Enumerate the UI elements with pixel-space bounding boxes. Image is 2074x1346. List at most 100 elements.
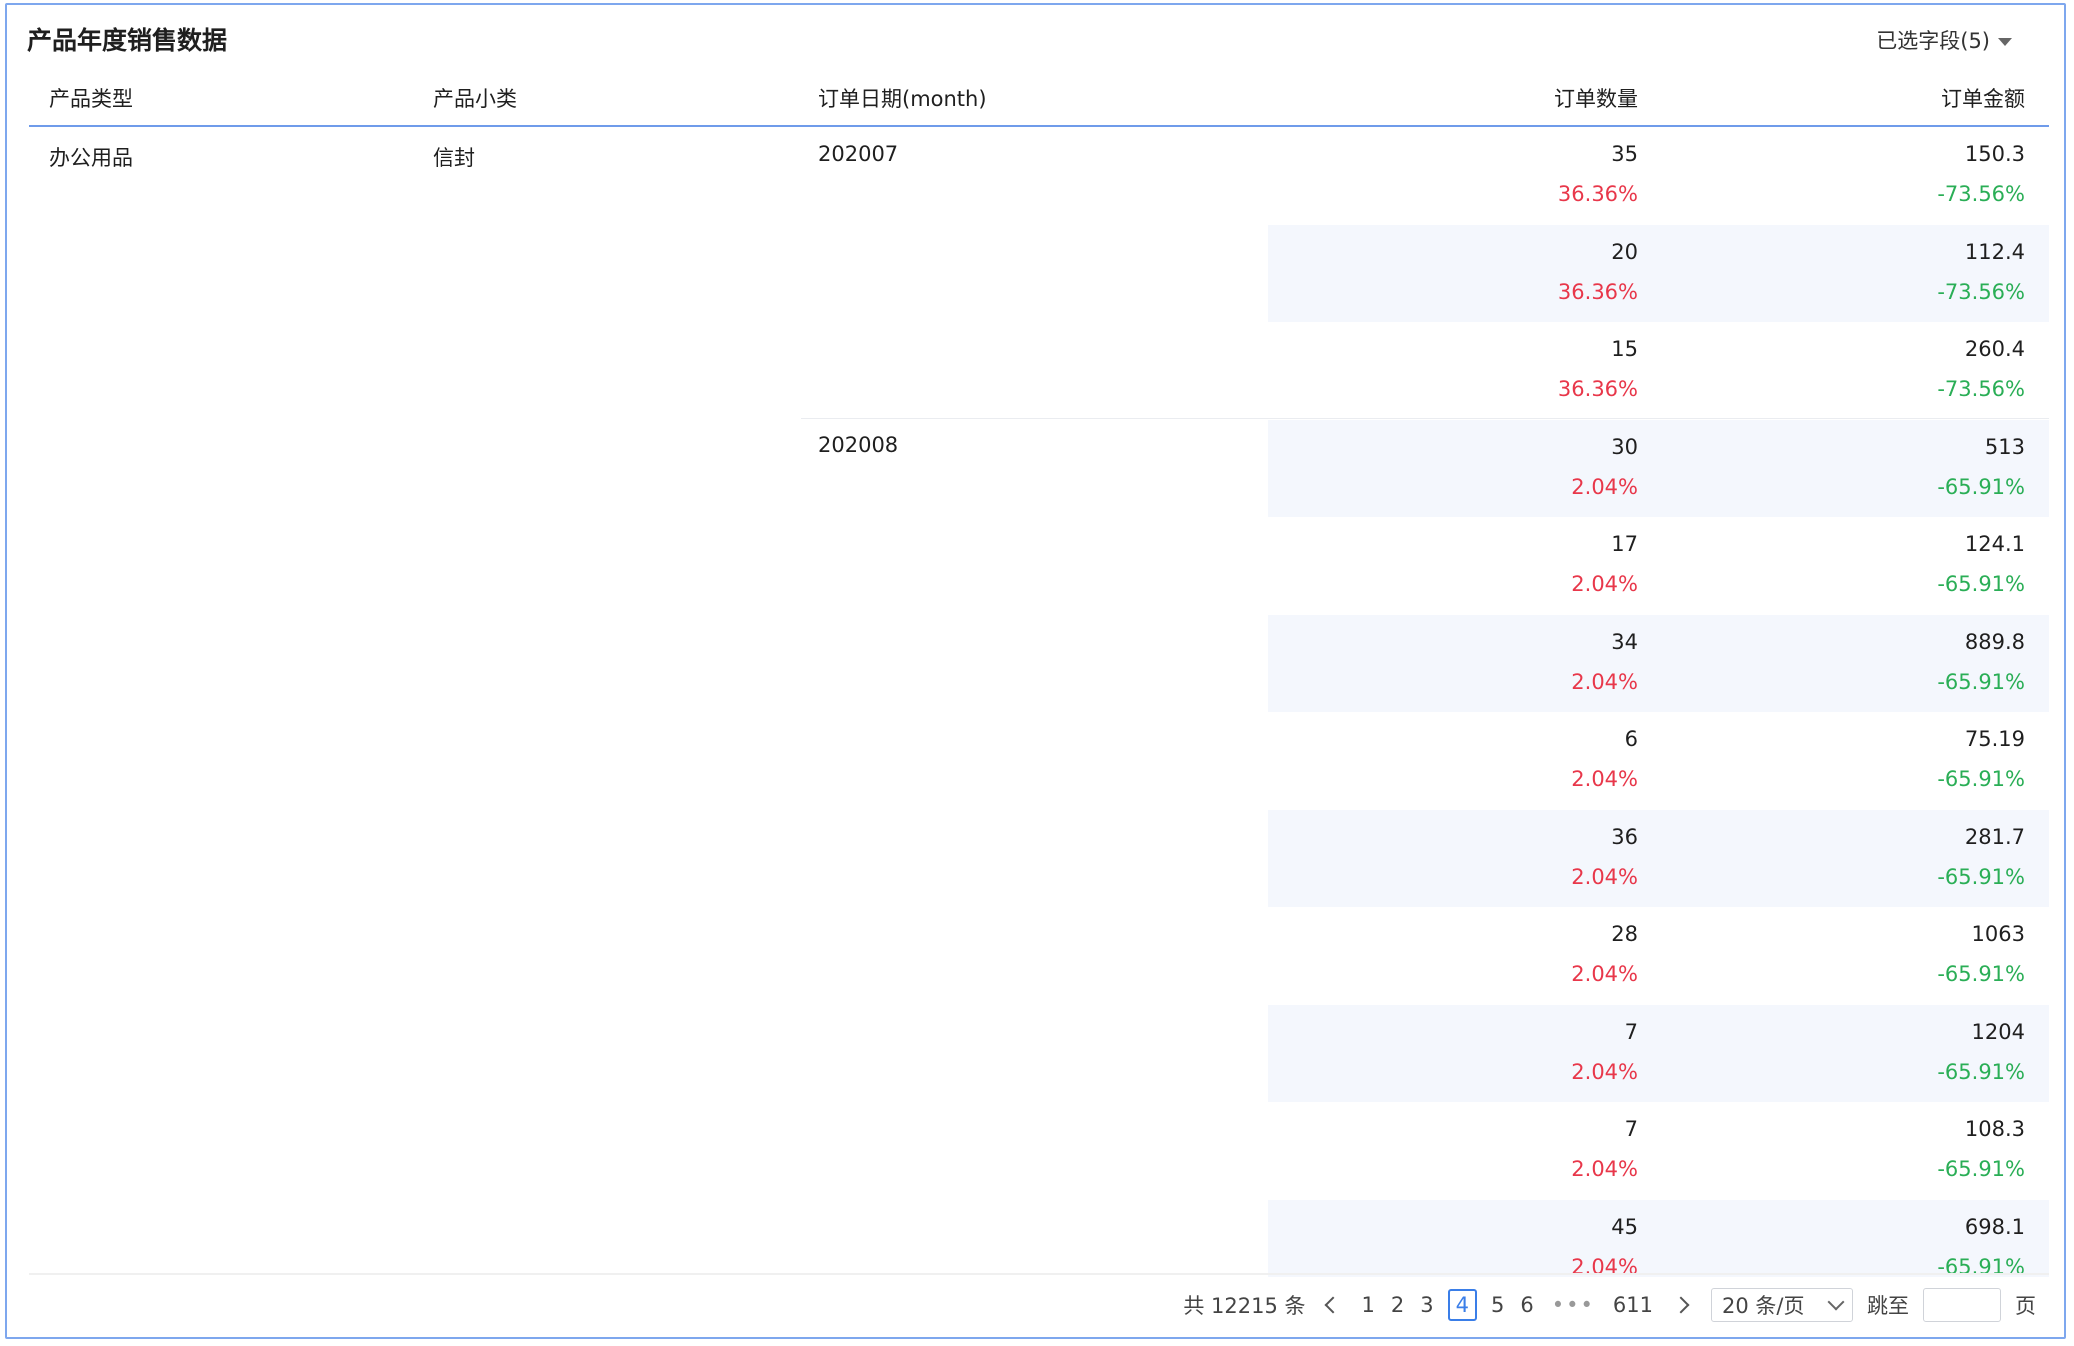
table-row: 17 2.04% 124.1 -65.91% <box>29 517 2049 614</box>
table-card: 产品年度销售数据 已选字段(5) 产品类型 产品小类 订单日期(month) 订… <box>5 3 2066 1339</box>
cell-product-type: 办公用品 <box>49 146 133 170</box>
table-row: 45 2.04% 698.1 -65.91% <box>29 1199 2049 1277</box>
page-size-select[interactable]: 20 条/页 <box>1711 1288 1853 1322</box>
page-ellipsis[interactable]: ••• <box>1552 1293 1595 1317</box>
order-quantity-value: 15 <box>1611 337 1638 361</box>
table-bottom-divider <box>29 1273 2049 1275</box>
order-amount-value: 1063 <box>1971 922 2025 946</box>
table-row: 28 2.04% 1063 -65.91% <box>29 907 2049 1004</box>
page-4-current[interactable]: 4 <box>1447 1289 1477 1321</box>
cell-product-subtype: 信封 <box>433 146 475 170</box>
chevron-down-icon <box>1827 1293 1845 1311</box>
prev-page-icon[interactable] <box>1324 1296 1342 1314</box>
order-quantity-change: 2.04% <box>1571 1157 1638 1181</box>
page-6[interactable]: 6 <box>1520 1293 1533 1317</box>
order-quantity-value: 7 <box>1624 1117 1638 1141</box>
cell-month-202008: 202008 <box>818 433 899 457</box>
header-product-subtype[interactable]: 产品小类 <box>433 83 517 113</box>
order-amount-value: 698.1 <box>1964 1214 2025 1239</box>
order-quantity-value: 36 <box>1611 824 1638 849</box>
header-order-amount[interactable]: 订单金额 <box>1941 83 2025 113</box>
order-amount-value: 75.19 <box>1964 727 2025 751</box>
row-stripe <box>1268 1004 2049 1102</box>
header-order-quantity[interactable]: 订单数量 <box>1554 83 1638 113</box>
row-stripe <box>1268 614 2049 712</box>
page-suffix: 页 <box>2015 1294 2036 1318</box>
row-stripe <box>1268 419 2049 517</box>
table-row: 34 2.04% 889.8 -65.91% <box>29 614 2049 712</box>
order-amount-change: -65.91% <box>1937 962 2025 986</box>
order-amount-value: 112.4 <box>1964 239 2025 264</box>
table-title: 产品年度销售数据 <box>27 26 228 55</box>
table-row: 15 36.36% 260.4 -73.56% <box>29 322 2049 419</box>
order-quantity-value: 20 <box>1611 239 1638 264</box>
table-row: 7 2.04% 108.3 -65.91% <box>29 1102 2049 1199</box>
order-quantity-change: 2.04% <box>1571 962 1638 986</box>
order-amount-value: 513 <box>1984 434 2025 459</box>
table-row: 7 2.04% 1204 -65.91% <box>29 1004 2049 1102</box>
order-quantity-value: 34 <box>1611 629 1638 654</box>
order-quantity-change: 36.36% <box>1557 279 1638 304</box>
header-product-type[interactable]: 产品类型 <box>49 83 133 113</box>
order-amount-value: 150.3 <box>1964 142 2025 166</box>
order-amount-change: -65.91% <box>1937 767 2025 791</box>
table-row: 35 36.36% 150.3 -73.56% <box>29 127 2049 224</box>
order-quantity-value: 28 <box>1611 922 1638 946</box>
table-row: 36 2.04% 281.7 -65.91% <box>29 809 2049 907</box>
order-quantity-value: 17 <box>1611 532 1638 556</box>
order-amount-change: -73.56% <box>1937 377 2025 401</box>
table-row: 6 2.04% 75.19 -65.91% <box>29 712 2049 809</box>
order-quantity-value: 7 <box>1624 1019 1638 1044</box>
page-last[interactable]: 611 <box>1613 1293 1653 1317</box>
order-amount-value: 889.8 <box>1964 629 2025 654</box>
pagination: 共 12215 条 1 2 3 4 5 6 ••• 611 20 条/页 跳至 … <box>1175 1287 2036 1323</box>
order-quantity-change: 2.04% <box>1571 572 1638 596</box>
cell-month-202007: 202007 <box>818 142 899 166</box>
order-amount-change: -73.56% <box>1937 182 2025 206</box>
order-quantity-value: 45 <box>1611 1214 1638 1239</box>
row-stripe <box>1268 1199 2049 1277</box>
page-5[interactable]: 5 <box>1491 1293 1504 1317</box>
order-amount-change: -65.91% <box>1937 572 2025 596</box>
order-amount-value: 281.7 <box>1964 824 2025 849</box>
order-amount-value: 260.4 <box>1964 337 2025 361</box>
order-quantity-change: 2.04% <box>1571 767 1638 791</box>
order-quantity-change: 36.36% <box>1557 377 1638 401</box>
order-amount-value: 108.3 <box>1964 1117 2025 1141</box>
table-row: 20 36.36% 112.4 -73.56% <box>29 224 2049 322</box>
jump-page-input[interactable] <box>1923 1288 2001 1322</box>
order-amount-change: -65.91% <box>1937 474 2025 499</box>
order-amount-change: -73.56% <box>1937 279 2025 304</box>
order-quantity-change: 2.04% <box>1571 669 1638 694</box>
order-amount-value: 1204 <box>1971 1019 2025 1044</box>
page-3[interactable]: 3 <box>1420 1293 1433 1317</box>
order-quantity-change: 36.36% <box>1557 182 1638 206</box>
order-amount-change: -65.91% <box>1937 864 2025 889</box>
table-header: 产品类型 产品小类 订单日期(month) 订单数量 订单金额 <box>29 75 2049 127</box>
table-row: 30 2.04% 513 -65.91% <box>29 419 2049 517</box>
month-divider <box>801 418 2049 419</box>
next-page-icon[interactable] <box>1672 1296 1690 1314</box>
header-order-month[interactable]: 订单日期(month) <box>818 83 987 113</box>
order-quantity-value: 30 <box>1611 434 1638 459</box>
order-amount-change: -65.91% <box>1937 1157 2025 1181</box>
caret-down-icon <box>1998 37 2012 46</box>
page-1[interactable]: 1 <box>1361 1293 1374 1317</box>
order-amount-change: -65.91% <box>1937 1059 2025 1084</box>
order-quantity-value: 6 <box>1624 727 1638 751</box>
row-stripe <box>1268 224 2049 322</box>
order-quantity-change: 2.04% <box>1571 864 1638 889</box>
table-body: 45 2.04% 698.1 -65.91% 7 2.04% 108.3 -65.91% 7 2.… <box>29 127 2049 1277</box>
selected-fields-dropdown[interactable]: 已选字段(5) <box>1876 25 2012 55</box>
page-2[interactable]: 2 <box>1391 1293 1404 1317</box>
jump-label: 跳至 <box>1867 1294 1909 1318</box>
pagination-total: 共 12215 条 <box>1183 1294 1306 1318</box>
order-amount-value: 124.1 <box>1964 532 2025 556</box>
selected-fields-label: 已选字段(5) <box>1876 29 1990 53</box>
order-amount-change: -65.91% <box>1937 669 2025 694</box>
order-quantity-change: 2.04% <box>1571 474 1638 499</box>
order-quantity-change: 2.04% <box>1571 1059 1638 1084</box>
page-size-value: 20 条/页 <box>1722 1294 1805 1318</box>
row-stripe <box>1268 809 2049 907</box>
order-quantity-value: 35 <box>1611 142 1638 166</box>
